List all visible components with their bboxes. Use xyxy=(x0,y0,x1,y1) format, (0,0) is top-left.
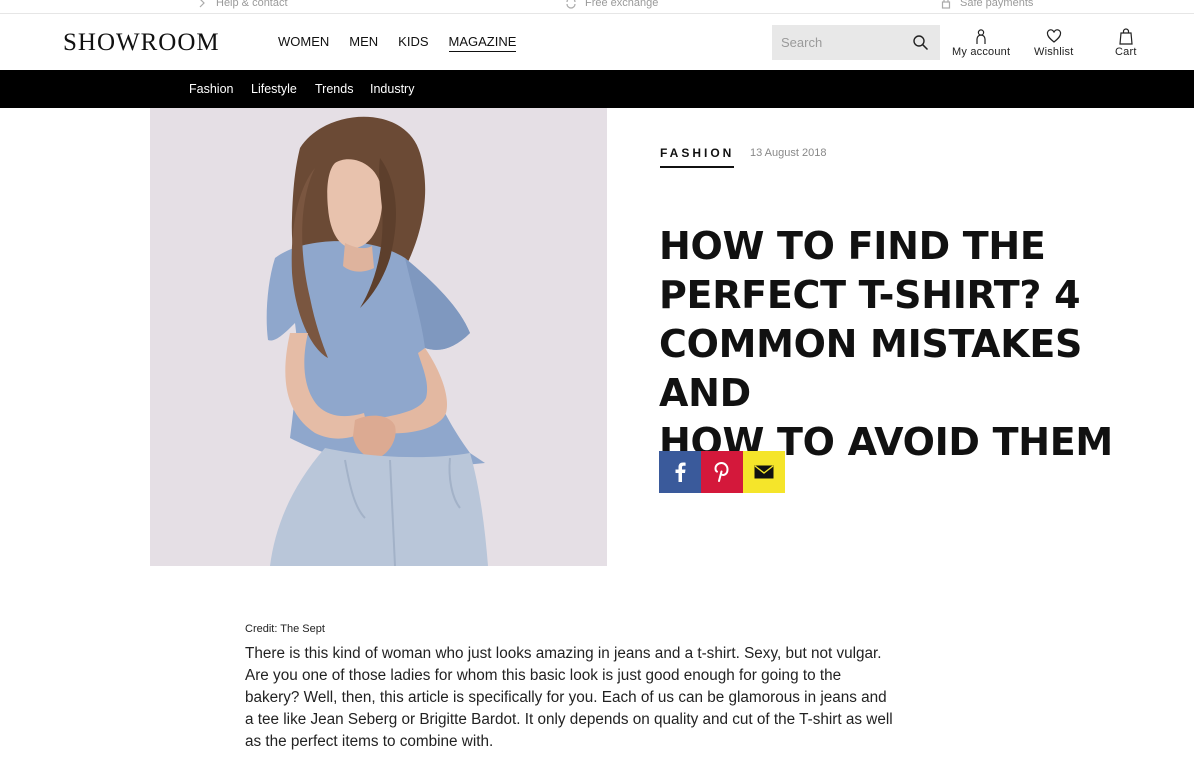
main-nav: WOMEN MEN KIDS MAGAZINE xyxy=(278,34,536,52)
category-lifestyle[interactable]: Lifestyle xyxy=(251,82,297,96)
paragraph-line: There is this kind of woman who just loo… xyxy=(245,645,882,662)
article-title-line: PERFECT T-SHIRT? 4 xyxy=(659,273,1081,317)
magazine-category-bar: Fashion Lifestyle Trends Industry xyxy=(0,70,1194,108)
chevron-icon xyxy=(199,0,205,8)
mail-icon xyxy=(754,465,774,479)
article-title-line: COMMON MISTAKES AND xyxy=(659,322,1083,415)
safe-payments-info: Safe payments xyxy=(940,0,1033,11)
exchange-icon xyxy=(566,0,576,9)
shopping-bag-icon xyxy=(1119,28,1133,45)
share-buttons xyxy=(659,451,785,493)
safe-payments-label: Safe payments xyxy=(960,0,1034,9)
share-facebook-button[interactable] xyxy=(659,451,701,493)
lock-icon xyxy=(941,0,951,9)
cart-label: Cart xyxy=(1115,46,1137,58)
article-intro-paragraph: There is this kind of woman who just loo… xyxy=(245,643,990,753)
search-input[interactable] xyxy=(772,35,902,50)
article-hero-image xyxy=(150,108,607,566)
help-contact-label: Help & contact xyxy=(216,0,288,9)
nav-magazine[interactable]: MAGAZINE xyxy=(448,34,517,52)
site-header: SHOWROOM WOMEN MEN KIDS MAGAZINE My acco… xyxy=(0,14,1194,70)
article-title-line: HOW TO FIND THE xyxy=(659,224,1046,268)
my-account-button[interactable]: My account xyxy=(952,28,1010,58)
free-exchange-label: Free exchange xyxy=(585,0,659,9)
search-icon[interactable] xyxy=(912,34,929,51)
share-mail-button[interactable] xyxy=(743,451,785,493)
article-title: HOW TO FIND THE PERFECT T-SHIRT? 4 COMMO… xyxy=(659,222,1179,467)
category-industry[interactable]: Industry xyxy=(370,82,414,96)
paragraph-line: a tee like Jean Seberg or Brigitte Bardo… xyxy=(245,711,893,728)
wishlist-label: Wishlist xyxy=(1034,46,1074,58)
paragraph-line: Are you one of those ladies for whom thi… xyxy=(245,667,842,684)
paragraph-line: bakery? Well, then, this article is spec… xyxy=(245,689,887,706)
woman-in-tshirt-photo xyxy=(150,108,607,566)
utility-bar: Help & contact Free exchange Safe paymen… xyxy=(0,0,1194,14)
nav-kids[interactable]: KIDS xyxy=(398,34,428,52)
free-exchange-info: Free exchange xyxy=(565,0,658,11)
user-icon xyxy=(976,29,986,44)
paragraph-line: as the perfect items to combine with. xyxy=(245,733,494,750)
nav-men[interactable]: MEN xyxy=(349,34,378,52)
wishlist-button[interactable]: Wishlist xyxy=(1034,28,1074,58)
help-contact-link[interactable]: Help & contact xyxy=(196,0,288,11)
category-trends[interactable]: Trends xyxy=(315,82,353,96)
heart-icon xyxy=(1046,29,1061,43)
my-account-label: My account xyxy=(952,46,1011,58)
cart-button[interactable]: Cart xyxy=(1115,28,1137,58)
search-box xyxy=(772,25,940,60)
article-date: 13 August 2018 xyxy=(750,147,827,159)
pinterest-icon xyxy=(714,462,729,482)
nav-women[interactable]: WOMEN xyxy=(278,34,329,52)
category-fashion[interactable]: Fashion xyxy=(189,82,233,96)
site-logo[interactable]: SHOWROOM xyxy=(63,29,220,57)
article-category-tag[interactable]: FASHION xyxy=(660,146,735,168)
share-pinterest-button[interactable] xyxy=(701,451,743,493)
image-credit: Credit: The Sept xyxy=(245,623,325,635)
facebook-icon xyxy=(675,462,686,482)
